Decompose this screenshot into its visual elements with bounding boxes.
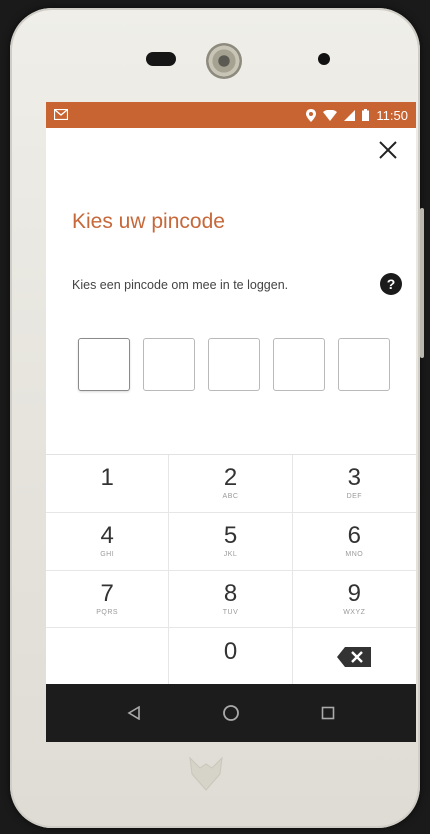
close-button[interactable] bbox=[374, 136, 402, 164]
key-number: 3 bbox=[347, 464, 361, 492]
location-icon bbox=[306, 108, 317, 122]
key-letters: PQRS bbox=[96, 608, 119, 616]
key-letters: GHI bbox=[100, 551, 115, 559]
front-camera bbox=[206, 43, 242, 79]
key-2[interactable]: 2 ABC bbox=[169, 455, 293, 513]
brand-logo-icon bbox=[189, 756, 223, 791]
key-3[interactable]: 3 DEF bbox=[292, 455, 416, 513]
key-number: 0 bbox=[223, 637, 238, 665]
signal-icon bbox=[344, 109, 356, 121]
page-subtitle: Kies een pincode om mee in te loggen. bbox=[72, 278, 289, 292]
key-letters: MNO bbox=[345, 551, 364, 559]
key-number: 7 bbox=[100, 579, 114, 607]
pin-setup-page: Kies uw pincode Kies een pincode om mee … bbox=[46, 128, 416, 686]
key-number: 5 bbox=[223, 522, 238, 550]
delete-key[interactable] bbox=[292, 628, 416, 686]
home-button[interactable] bbox=[216, 698, 246, 728]
pin-digit-2[interactable] bbox=[143, 338, 195, 391]
recents-icon bbox=[321, 706, 334, 720]
pin-digit-3[interactable] bbox=[208, 338, 260, 391]
key-7[interactable]: 7 PQRS bbox=[46, 570, 170, 629]
proximity-sensor bbox=[318, 53, 330, 65]
side-button bbox=[420, 208, 424, 358]
numeric-keypad: 1 2 ABC 3 DEF 4 GHI 5 JKL 6 MNO 7 PQRS 8… bbox=[46, 454, 416, 686]
key-9[interactable]: 9 WXYZ bbox=[292, 571, 416, 629]
status-bar: 11:50 bbox=[46, 102, 416, 128]
key-number: 4 bbox=[100, 522, 114, 550]
screen: 11:50 Kies uw pincode Kies een pincode o… bbox=[46, 102, 416, 742]
page-title: Kies uw pincode bbox=[72, 210, 225, 233]
pin-digit-1[interactable] bbox=[78, 338, 130, 391]
key-number: 1 bbox=[100, 464, 114, 492]
pin-digit-4[interactable] bbox=[273, 338, 325, 391]
key-4[interactable]: 4 GHI bbox=[46, 512, 170, 571]
key-letters: JKL bbox=[223, 551, 238, 559]
key-letters: TUV bbox=[222, 608, 239, 616]
recents-button[interactable] bbox=[313, 698, 343, 728]
close-icon bbox=[379, 141, 397, 159]
key-1[interactable]: 1 bbox=[46, 455, 170, 513]
key-number: 2 bbox=[223, 464, 238, 492]
help-button[interactable]: ? bbox=[380, 273, 402, 295]
gmail-icon bbox=[53, 108, 69, 123]
key-letters: ABC bbox=[222, 493, 239, 501]
key-letters: DEF bbox=[346, 493, 363, 501]
phone-body: 11:50 Kies uw pincode Kies een pincode o… bbox=[10, 8, 424, 828]
back-icon bbox=[127, 706, 141, 720]
key-8[interactable]: 8 TUV bbox=[169, 570, 293, 629]
battery-icon bbox=[362, 109, 370, 121]
key-number: 8 bbox=[223, 579, 238, 607]
earpiece-speaker bbox=[146, 52, 176, 66]
key-0[interactable]: 0 bbox=[169, 628, 293, 686]
home-icon bbox=[223, 705, 239, 721]
pin-input-row bbox=[78, 338, 390, 391]
back-button[interactable] bbox=[119, 698, 149, 728]
status-time: 11:50 bbox=[376, 107, 408, 123]
backspace-icon bbox=[337, 646, 372, 667]
key-number: 6 bbox=[347, 522, 361, 550]
key-number: 9 bbox=[347, 579, 361, 607]
wifi-icon bbox=[323, 109, 338, 121]
key-5[interactable]: 5 JKL bbox=[169, 512, 293, 571]
key-letters: WXYZ bbox=[343, 608, 366, 616]
pin-digit-5[interactable] bbox=[338, 338, 390, 391]
key-empty bbox=[46, 628, 170, 686]
navigation-bar bbox=[46, 684, 416, 742]
key-6[interactable]: 6 MNO bbox=[292, 513, 416, 571]
